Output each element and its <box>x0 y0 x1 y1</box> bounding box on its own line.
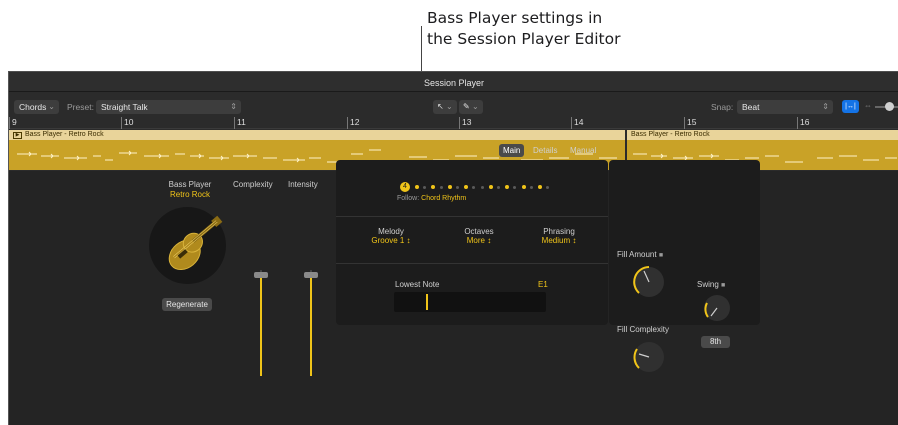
pencil-tool-menu[interactable]: ✎ ⌄ <box>459 100 483 114</box>
melody-select[interactable]: Groove 1 ↕ <box>356 236 426 246</box>
swing-label: Swing ■ <box>697 280 725 291</box>
complexity-slider-fill <box>260 275 262 376</box>
bar-number: 16 <box>797 117 809 129</box>
bar-number: 10 <box>121 117 133 129</box>
lowest-note-marker[interactable] <box>426 294 428 310</box>
fills-swing-panel <box>609 160 760 325</box>
chevron-down-icon: ⌄ <box>471 102 479 111</box>
beat-dot[interactable] <box>538 185 542 189</box>
beat-dot[interactable] <box>480 186 484 189</box>
beat-dot[interactable] <box>497 186 500 189</box>
snap-select[interactable]: Beat ⇕ <box>737 100 833 114</box>
follow-label: Follow: <box>397 195 420 202</box>
fill-complexity-label: Fill Complexity <box>617 325 670 334</box>
phrasing-select[interactable]: Medium ↕ <box>524 236 594 246</box>
view-select[interactable]: Chords ⌄ <box>14 100 59 114</box>
beat-dot[interactable] <box>415 185 419 189</box>
complexity-slider-knob[interactable] <box>254 272 268 279</box>
pointer-icon: ↖ <box>437 102 444 111</box>
beat-dot[interactable] <box>456 186 459 189</box>
beat-dot[interactable] <box>439 186 443 189</box>
follow-setting[interactable]: Follow: Chord Rhythm <box>397 194 527 203</box>
intensity-label: Intensity <box>288 180 318 189</box>
window-title: Session Player <box>9 72 898 92</box>
follow-value: Chord Rhythm <box>421 195 467 202</box>
divider <box>336 216 608 217</box>
play-icon: ▶ <box>13 132 22 139</box>
intensity-slider-fill <box>310 275 312 376</box>
bar-number: 14 <box>571 117 583 129</box>
divider <box>336 263 608 264</box>
beat-dot[interactable] <box>529 186 533 189</box>
beat-dot[interactable] <box>447 185 452 189</box>
region-label: Bass Player - Retro Rock <box>25 131 104 138</box>
swing-resolution-button[interactable]: 8th <box>701 336 730 348</box>
tab-manual[interactable]: Manual <box>566 144 600 157</box>
chevron-down-icon: ⌄ <box>445 102 453 111</box>
callout-line-2: the Session Player Editor <box>427 30 621 48</box>
fit-width-icon: |↔| <box>845 103 856 110</box>
lock-icon[interactable]: ■ <box>721 282 725 289</box>
region-header: Bass Player - Retro Rock <box>627 130 898 140</box>
callout-line-1: Bass Player settings in <box>427 9 603 27</box>
snap-label: Snap: <box>711 102 734 112</box>
zoom-slider-knob[interactable] <box>885 102 894 111</box>
zoom-icon: ⇔ <box>864 101 872 110</box>
fill-amount-knob[interactable] <box>631 264 667 300</box>
up-down-chevron-icon: ⇕ <box>822 102 829 111</box>
lock-icon[interactable]: ■ <box>659 252 663 259</box>
regenerate-button[interactable]: Regenerate <box>162 298 212 311</box>
snap-value: Beat <box>742 102 760 112</box>
bar-number: 11 <box>234 117 246 129</box>
fill-amount-label: Fill Amount ■ <box>617 250 663 261</box>
beats-count-badge[interactable]: 4 <box>400 182 410 192</box>
preset-value: Straight Talk <box>101 102 148 112</box>
player-style-select[interactable]: Retro Rock <box>150 190 230 200</box>
callout-text: Bass Player settings in the Session Play… <box>427 8 620 50</box>
fill-complexity-knob[interactable] <box>631 339 667 375</box>
preset-label: Preset: <box>67 102 94 112</box>
bar-number: 9 <box>9 117 17 129</box>
tab-main[interactable]: Main <box>499 144 525 157</box>
toolbar: Chords ⌄ Preset: Straight Talk ⇕ ↖ ⌄ ✎ ⌄… <box>9 97 898 116</box>
lowest-note-keyboard[interactable] <box>394 292 546 312</box>
bar-number: 12 <box>347 117 359 129</box>
fit-width-button[interactable]: |↔| <box>842 100 859 113</box>
lowest-note-label: Lowest Note <box>395 280 440 289</box>
bar-ruler[interactable]: 9 10 11 12 13 14 15 16 <box>9 117 898 129</box>
fill-amount-text: Fill Amount <box>617 250 657 259</box>
lowest-note-value: E1 <box>538 280 548 289</box>
up-down-chevron-icon: ⇕ <box>230 102 237 111</box>
region-label: Bass Player - Retro Rock <box>631 131 710 138</box>
chevron-down-icon: ⌄ <box>48 102 55 111</box>
beat-dot[interactable] <box>521 185 526 189</box>
swing-knob[interactable] <box>701 292 733 324</box>
bar-number: 13 <box>459 117 471 129</box>
intensity-slider-knob[interactable] <box>304 272 318 279</box>
pencil-icon: ✎ <box>463 102 470 111</box>
region-header: ▶ Bass Player - Retro Rock <box>9 130 625 140</box>
complexity-label: Complexity <box>233 180 273 189</box>
beat-dot[interactable] <box>488 185 493 189</box>
view-select-label: Chords <box>19 102 47 112</box>
octaves-select[interactable]: More ↕ <box>444 236 514 246</box>
preset-select[interactable]: Straight Talk ⇕ <box>96 100 241 114</box>
player-name: Bass Player <box>168 180 212 189</box>
swing-text: Swing <box>697 280 719 289</box>
bar-number: 15 <box>684 117 696 129</box>
bass-guitar-icon[interactable] <box>149 207 226 284</box>
pointer-tool-menu[interactable]: ↖ ⌄ <box>433 100 457 114</box>
tab-details[interactable]: Details <box>529 144 561 157</box>
